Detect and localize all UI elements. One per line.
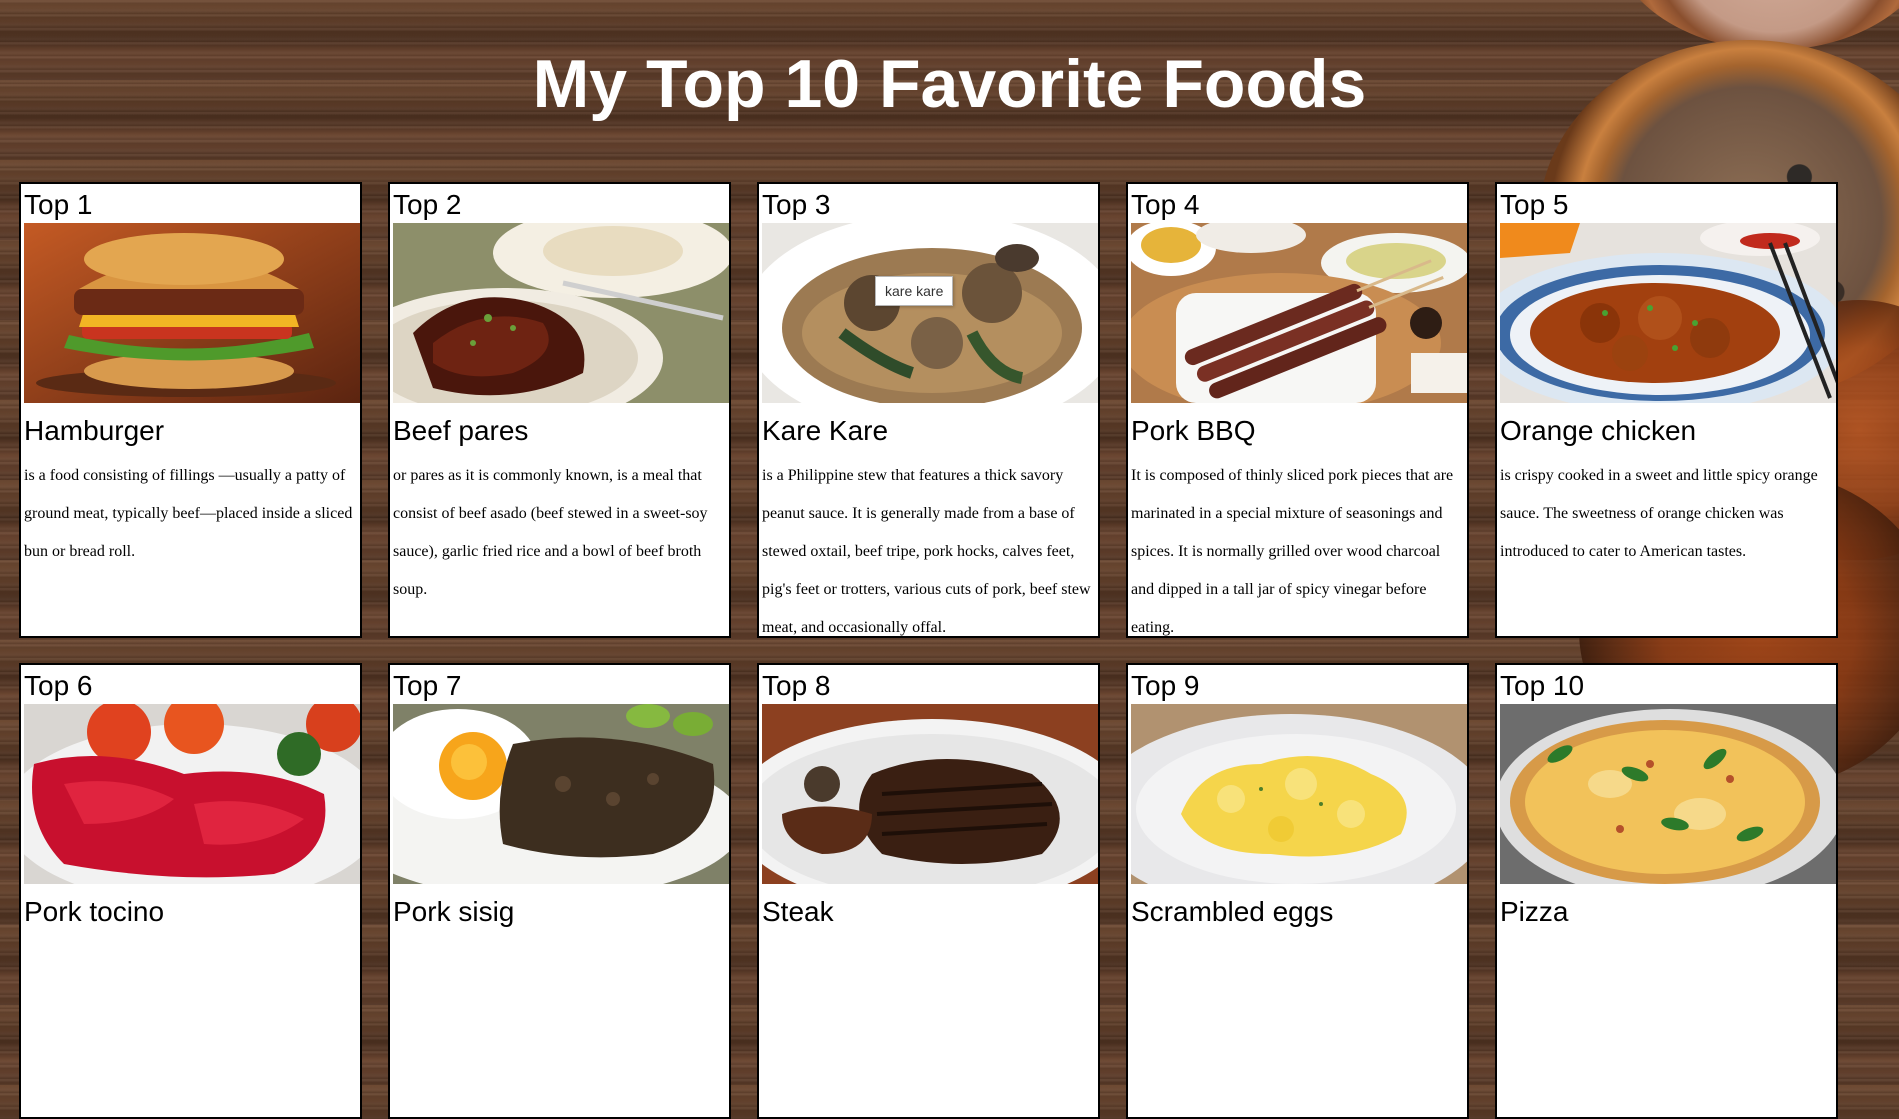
card-rank: Top 1 bbox=[24, 189, 93, 220]
food-image-scrambled-eggs bbox=[1131, 704, 1467, 884]
food-image-pork-sisig bbox=[393, 704, 729, 884]
food-card: Top 8 Steak bbox=[757, 663, 1100, 1119]
food-image-orange-chicken bbox=[1500, 223, 1836, 403]
food-card: Top 10 Pizza bbox=[1495, 663, 1838, 1119]
food-image-beef-pares bbox=[393, 223, 729, 403]
food-description: is a Philippine stew that features a thi… bbox=[762, 467, 1091, 636]
food-description: is crispy cooked in a sweet and little s… bbox=[1500, 467, 1818, 560]
card-rank: Top 8 bbox=[762, 670, 831, 701]
food-name: Pizza bbox=[1500, 896, 1569, 927]
food-name: Steak bbox=[762, 896, 834, 927]
food-card: Top 7 Pork sisig bbox=[388, 663, 731, 1119]
food-image-hamburger bbox=[24, 223, 360, 403]
food-image-steak bbox=[762, 704, 1098, 884]
food-card: Top 4 Pork BBQ It is composed of thinly … bbox=[1126, 182, 1469, 638]
food-description: It is composed of thinly sliced pork pie… bbox=[1131, 467, 1454, 636]
image-tooltip: kare kare bbox=[875, 276, 954, 306]
food-image-pork-bbq bbox=[1131, 223, 1467, 403]
food-image-pork-tocino bbox=[24, 704, 360, 884]
card-rank: Top 10 bbox=[1500, 670, 1585, 701]
food-name: Pork tocino bbox=[24, 896, 165, 927]
food-card: Top 3 Kare Kare is a Philippine stew tha… bbox=[757, 182, 1100, 638]
food-name: Orange chicken bbox=[1500, 415, 1697, 446]
card-rank: Top 2 bbox=[393, 189, 462, 220]
food-name: Kare Kare bbox=[762, 415, 889, 446]
food-name: Scrambled eggs bbox=[1131, 896, 1334, 927]
card-rank: Top 9 bbox=[1131, 670, 1200, 701]
food-card: Top 6 Pork tocino bbox=[19, 663, 362, 1119]
food-card: Top 9 Scrambled eggs bbox=[1126, 663, 1469, 1119]
food-name: Hamburger bbox=[24, 415, 165, 446]
food-image-pizza bbox=[1500, 704, 1836, 884]
food-name: Beef pares bbox=[393, 415, 529, 446]
card-rank: Top 3 bbox=[762, 189, 831, 220]
food-name: Pork sisig bbox=[393, 896, 515, 927]
food-card: Top 5 Orange chicken is crispy cooked in… bbox=[1495, 182, 1838, 638]
card-rank: Top 4 bbox=[1131, 189, 1200, 220]
food-name: Pork BBQ bbox=[1131, 415, 1256, 446]
food-card: Top 1 Hamburger is a food consisting of … bbox=[19, 182, 362, 638]
food-card: Top 2 Beef pares or pares as it is commo… bbox=[388, 182, 731, 638]
card-rank: Top 7 bbox=[393, 670, 462, 701]
card-rank: Top 5 bbox=[1500, 189, 1569, 220]
page-title: My Top 10 Favorite Foods bbox=[532, 46, 1367, 122]
food-image-kare-kare bbox=[762, 223, 1098, 403]
food-description: or pares as it is commonly known, is a m… bbox=[393, 467, 708, 598]
card-rank: Top 6 bbox=[24, 670, 93, 701]
food-description: is a food consisting of fillings —usuall… bbox=[24, 467, 353, 560]
